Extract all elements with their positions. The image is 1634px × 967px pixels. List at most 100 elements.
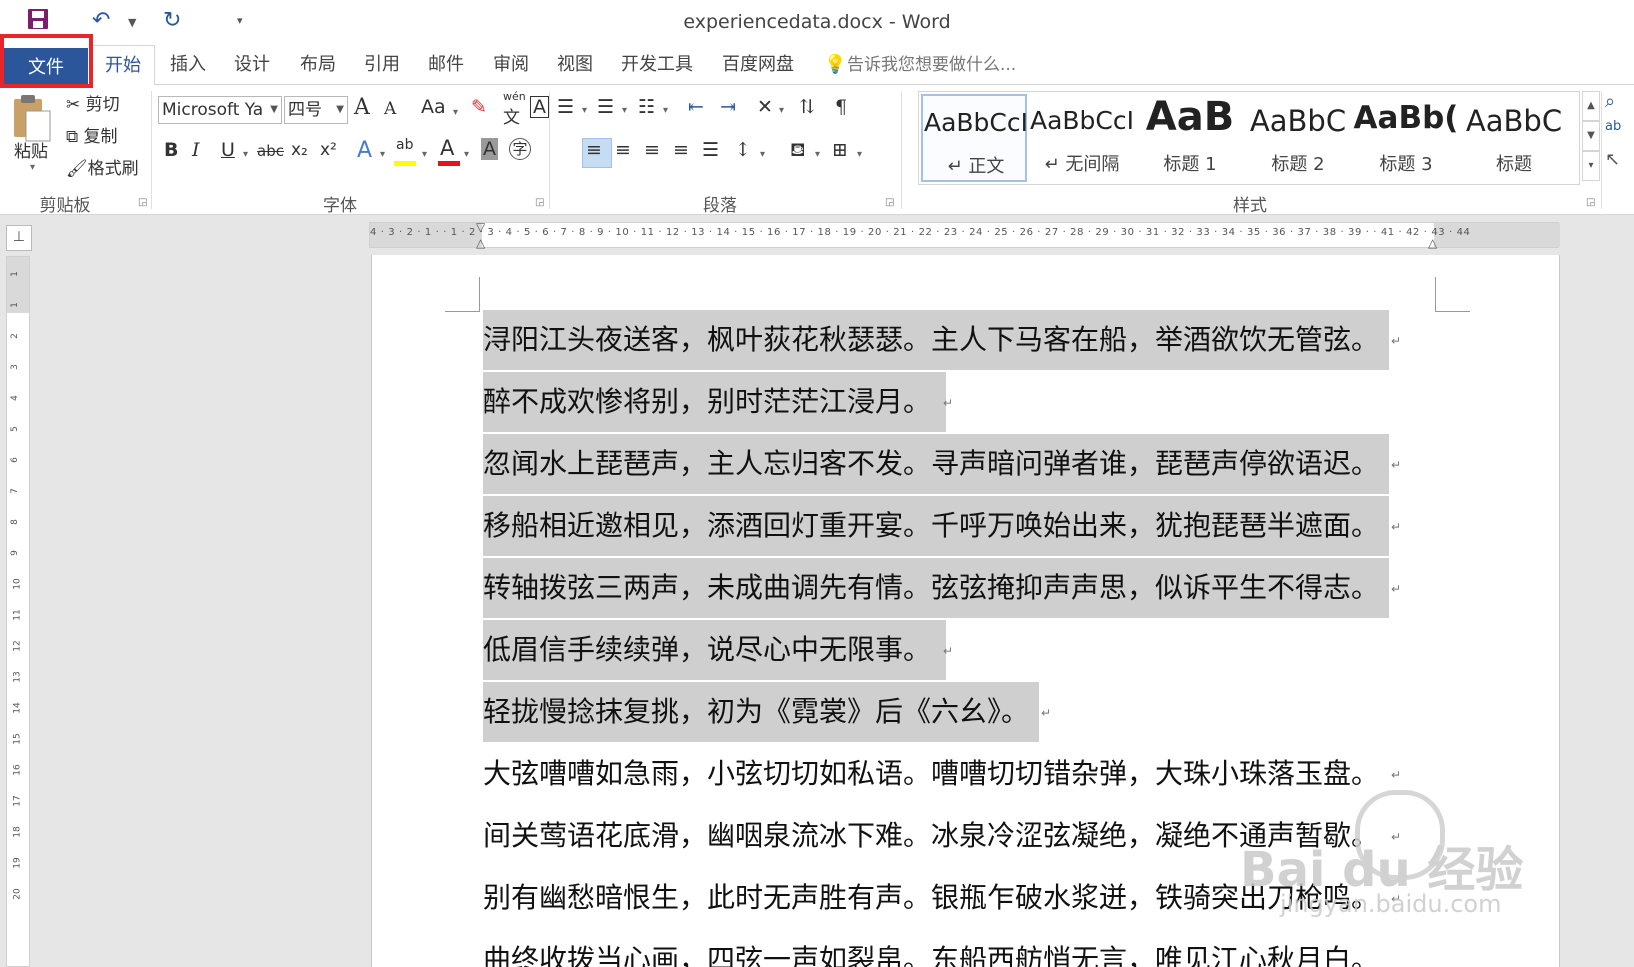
clipboard-launcher-icon[interactable]: ◲ <box>138 197 147 208</box>
tab-mailings[interactable]: 邮件 <box>428 45 464 85</box>
shading-icon[interactable]: ⛾ <box>790 139 806 164</box>
style-heading-3[interactable]: AaBb( 标题 3 <box>1353 94 1459 182</box>
horizontal-ruler[interactable]: 4 · 3 · 2 · 1 · · 1 · 2 · 3 · 4 · 5 · 6 … <box>369 220 1560 250</box>
style-normal[interactable]: AaBbCcI ↵ 正文 <box>921 94 1028 182</box>
character-shading-icon[interactable]: A <box>481 138 498 160</box>
find-icon[interactable]: ⌕ <box>1605 91 1615 112</box>
grow-font-icon[interactable]: A <box>354 95 370 120</box>
font-launcher-icon[interactable]: ◲ <box>535 197 544 208</box>
paragraph-group-label: 段落 <box>703 196 737 216</box>
align-left-icon[interactable]: ≡ <box>586 139 602 161</box>
document-line[interactable]: 低眉信手续续弹，说尽心中无限事。 ↵ <box>483 620 953 680</box>
chevron-down-icon[interactable]: ▾ <box>453 107 458 118</box>
chevron-down-icon[interactable]: ▾ <box>779 105 784 116</box>
style-heading-2[interactable]: AaBbC 标题 2 <box>1245 94 1351 182</box>
underline-button[interactable]: U <box>221 139 235 161</box>
hanging-indent-marker[interactable]: △ <box>476 236 485 250</box>
document-line[interactable]: 醉不成欢惨将别，别时茫茫江浸月。 ↵ <box>483 372 953 432</box>
tab-references[interactable]: 引用 <box>364 45 400 85</box>
chevron-down-icon[interactable]: ▾ <box>815 149 820 160</box>
style-sample: AaBb( <box>1353 100 1459 136</box>
vertical-ruler-tick: 19 <box>12 857 23 869</box>
chevron-down-icon[interactable]: ▾ <box>582 105 587 116</box>
paste-button[interactable]: 粘贴 <box>14 137 48 162</box>
strikethrough-button[interactable]: abc <box>257 142 284 160</box>
select-icon[interactable]: ↖ <box>1605 149 1620 170</box>
chevron-down-icon[interactable]: ▾ <box>243 149 248 160</box>
italic-button[interactable]: I <box>192 139 200 161</box>
document-line[interactable]: 曲终收拨当心画，四弦一声如裂帛。东船西舫悄无言，唯见江心秋月白。 <box>483 930 1379 967</box>
increase-indent-icon[interactable]: ⇥ <box>720 96 736 118</box>
phonetic-guide-top[interactable]: wén <box>503 90 526 103</box>
character-border-icon[interactable]: A <box>530 96 549 118</box>
numbering-icon[interactable]: ☰ <box>597 96 614 118</box>
superscript-button[interactable]: x² <box>320 140 337 160</box>
chevron-down-icon[interactable]: ▾ <box>422 149 427 160</box>
align-right-icon[interactable]: ≡ <box>644 139 660 161</box>
line-spacing-icon[interactable]: ↕ <box>735 139 751 161</box>
replace-icon[interactable]: ab <box>1605 119 1621 134</box>
shrink-font-icon[interactable]: A <box>384 99 396 119</box>
tab-view[interactable]: 视图 <box>557 45 593 85</box>
tab-baidu-netdisk[interactable]: 百度网盘 <box>722 45 794 85</box>
change-case-icon[interactable]: Aa <box>421 96 446 118</box>
paragraph-launcher-icon[interactable]: ◲ <box>885 197 894 208</box>
styles-launcher-icon[interactable]: ◲ <box>1586 197 1595 208</box>
bold-button[interactable]: B <box>164 139 178 161</box>
style-heading-1[interactable]: AaB 标题 1 <box>1137 94 1243 182</box>
tab-developer[interactable]: 开发工具 <box>621 45 693 85</box>
font-family-select[interactable]: Microsoft Ya ▼ <box>158 96 282 124</box>
copy-button[interactable]: ⧉ 复制 <box>66 122 118 147</box>
font-size-select[interactable]: 四号 ▼ <box>284 96 348 124</box>
chevron-down-icon[interactable]: ▾ <box>760 149 765 160</box>
document-line[interactable]: 忽闻水上琵琶声，主人忘归客不发。寻声暗问弹者谁，琵琶声停欲语迟。 ↵ <box>483 434 1401 494</box>
tab-review[interactable]: 审阅 <box>493 45 529 85</box>
highlight-icon[interactable]: ab <box>396 137 413 153</box>
bullets-icon[interactable]: ☰ <box>557 96 574 118</box>
phonetic-guide-icon[interactable]: 文 <box>503 103 520 128</box>
tab-layout[interactable]: 布局 <box>300 45 336 85</box>
document-line[interactable]: 转轴拨弦三两声，未成曲调先有情。弦弦掩抑声声思，似诉平生不得志。 ↵ <box>483 558 1401 618</box>
paste-dropdown-icon[interactable]: ▾ <box>30 162 35 173</box>
tab-selector[interactable]: ⊥ <box>6 225 32 251</box>
cut-button[interactable]: ✂ 剪切 <box>66 90 120 115</box>
subscript-button[interactable]: x₂ <box>291 140 308 160</box>
multilevel-list-icon[interactable]: ☷ <box>638 96 655 118</box>
first-line-indent-marker[interactable]: ▽ <box>476 220 485 234</box>
enclose-characters-icon[interactable]: 字 <box>509 138 531 160</box>
text-effects-icon[interactable]: A <box>357 138 372 163</box>
gallery-scroll-up[interactable]: ▲ <box>1582 91 1600 121</box>
decrease-indent-icon[interactable]: ⇤ <box>688 96 704 118</box>
align-center-icon[interactable]: ≡ <box>615 139 631 161</box>
document-line[interactable]: 轻拢慢捻抹复挑，初为《霓裳》后《六幺》。 ↵ <box>483 682 1051 742</box>
clear-formatting-icon[interactable]: ✎ <box>471 96 487 118</box>
distributed-icon[interactable]: ☰ <box>702 139 719 161</box>
style-sample: AaB <box>1145 94 1235 140</box>
borders-icon[interactable]: ⊞ <box>832 139 848 161</box>
right-indent-marker[interactable]: △ <box>1428 236 1437 250</box>
line-text: 轻拢慢捻抹复挑，初为《霓裳》后《六幺》。 <box>483 695 1030 728</box>
gallery-scroll-down[interactable]: ▼ <box>1582 121 1600 151</box>
vertical-ruler[interactable]: 1 1 2 3 4 5 6 7 8 9 10 11 12 13 14 15 16 17 18 19 20 <box>6 256 30 967</box>
font-color-icon[interactable]: A <box>440 136 454 160</box>
justify-icon[interactable]: ≡ <box>673 139 689 161</box>
chinese-layout-icon[interactable]: ✕ <box>757 96 773 118</box>
tab-insert[interactable]: 插入 <box>170 45 206 85</box>
chevron-down-icon[interactable]: ▾ <box>857 149 862 160</box>
sort-icon[interactable]: ⇅ <box>799 96 815 118</box>
tell-me-search[interactable]: 告诉我您想要做什么... <box>847 45 1016 85</box>
style-no-spacing[interactable]: AaBbCcI ↵ 无间隔 <box>1029 94 1135 182</box>
document-line[interactable]: 浔阳江头夜送客，枫叶荻花秋瑟瑟。主人下马客在船，举酒欲饮无管弦。 ↵ <box>483 310 1401 370</box>
tab-home[interactable]: 开始 <box>91 45 155 86</box>
document-line[interactable]: 移船相近邀相见，添酒回灯重开宴。千呼万唤始出来，犹抱琵琶半遮面。 ↵ <box>483 496 1401 556</box>
gallery-more[interactable]: ▾ <box>1582 151 1600 181</box>
chevron-down-icon[interactable]: ▾ <box>464 149 469 160</box>
chevron-down-icon[interactable]: ▾ <box>380 149 385 160</box>
tab-design[interactable]: 设计 <box>234 45 270 85</box>
style-title[interactable]: AaBbC 标题 <box>1461 94 1567 182</box>
line-text: 忽闻水上琵琶声，主人忘归客不发。寻声暗问弹者谁，琵琶声停欲语迟。 <box>483 447 1380 480</box>
chevron-down-icon[interactable]: ▾ <box>622 105 627 116</box>
chevron-down-icon[interactable]: ▾ <box>663 105 668 116</box>
format-painter-button[interactable]: 🖌格式刷 <box>66 154 139 179</box>
show-marks-icon[interactable]: ¶ <box>835 96 847 118</box>
